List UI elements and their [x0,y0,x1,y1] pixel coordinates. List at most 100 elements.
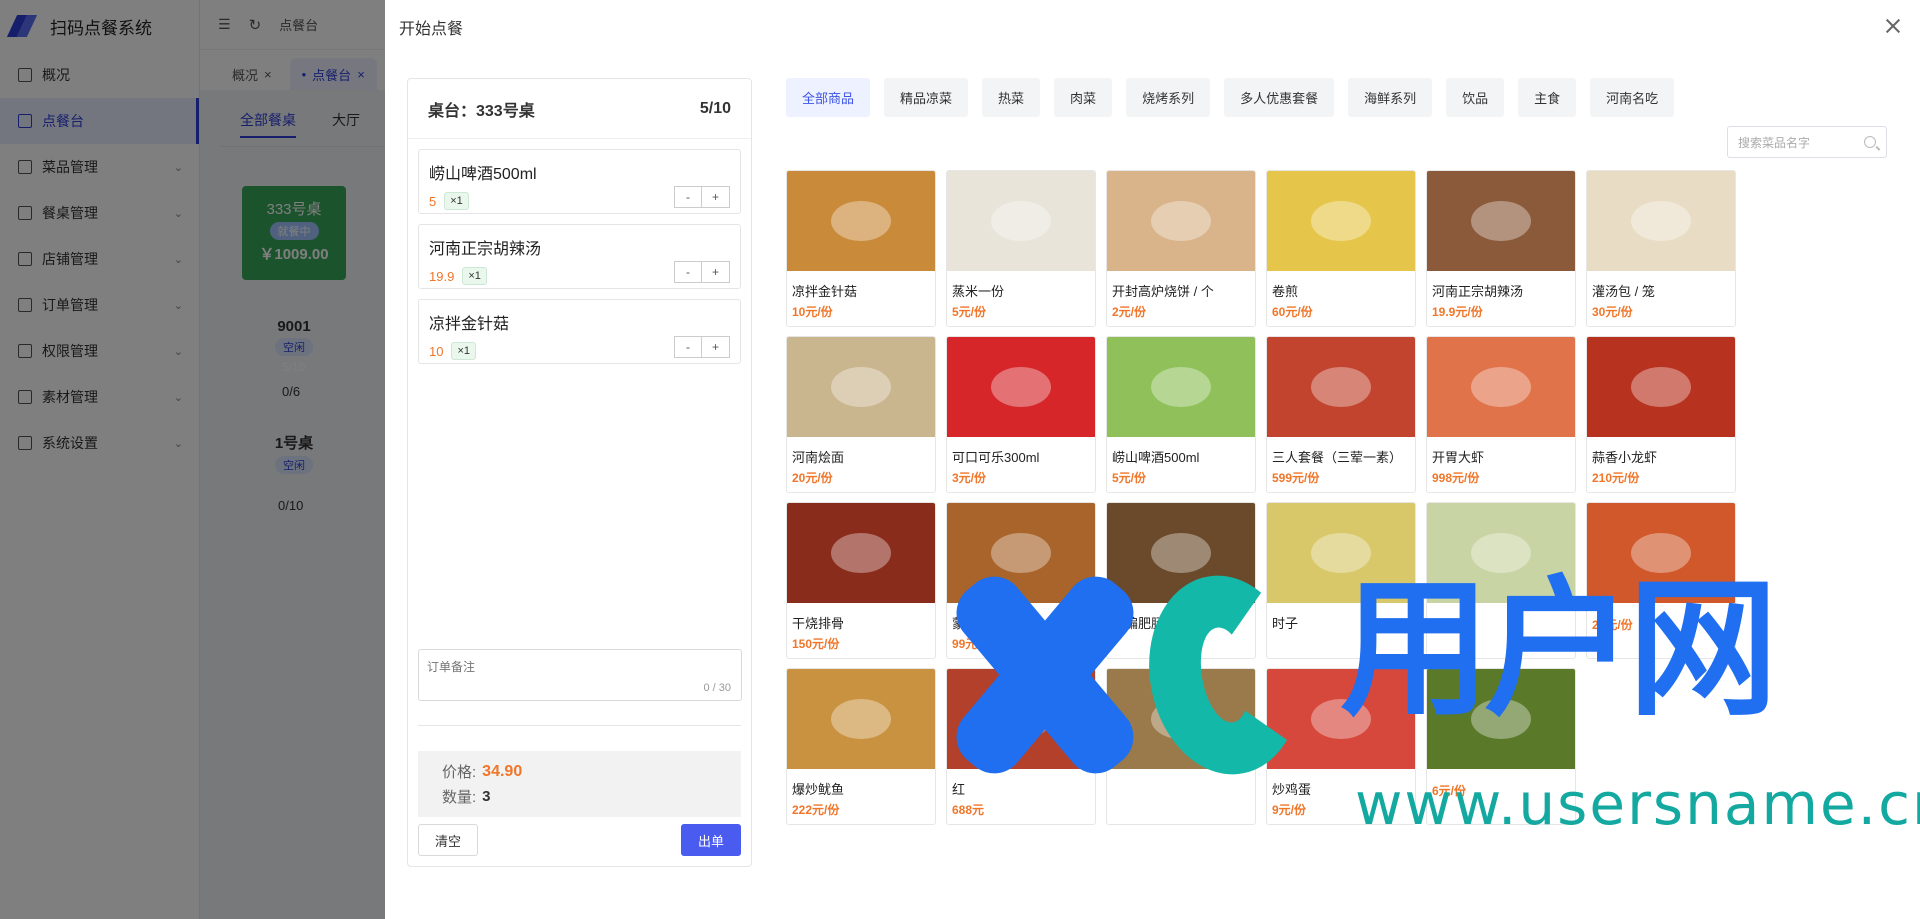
dish-name: 灌汤包 / 笼 [1592,284,1655,299]
decrease-button[interactable]: - [674,186,702,208]
submit-order-button[interactable]: 出单 [681,824,741,856]
increase-button[interactable]: + [702,186,730,208]
decrease-button[interactable]: - [674,336,702,358]
category-button[interactable]: 多人优惠套餐 [1224,78,1335,117]
category-button[interactable]: 河南名吃 [1590,78,1675,117]
dish-card[interactable]: 凉拌金针菇 10元/份 [786,170,936,327]
order-item-name: 河南正宗胡辣汤 [429,241,542,258]
dish-card[interactable]: 卷煎 60元/份 [1266,170,1416,327]
dish-image [787,503,935,603]
dish-image [947,171,1095,271]
increase-button[interactable]: + [702,336,730,358]
close-icon[interactable] [1884,17,1902,35]
order-item-name: 崂山啤酒500ml [429,166,537,183]
order-panel-header: 桌台：333号桌 5/10 [408,79,751,139]
category-button[interactable]: 烧烤系列 [1126,78,1211,117]
category-filter: 全部商品 精品凉菜 热菜 肉菜 烧烤系列 多人优惠套餐 海鲜系列 饮品 主食 河南名吃 [786,78,1675,117]
dish-image [1267,171,1415,271]
dish-image [1587,171,1735,271]
dish-card[interactable]: 开封高炉烧饼 / 个 2元/份 [1106,170,1256,327]
dish-name: 红 [952,782,966,797]
dish-price: 20元/份 [792,471,833,485]
decrease-button[interactable]: - [674,261,702,283]
dish-image [1427,337,1575,437]
dish-card[interactable]: 崂山啤酒500ml 5元/份 [1106,336,1256,493]
price-value: 34.90 [482,762,523,780]
dish-price: 10元/份 [792,305,833,319]
dish-name: 可口可乐300ml [952,450,1040,465]
quantity-stepper: - + [674,336,730,358]
dish-image [1267,337,1415,437]
dish-price: 5元/份 [952,305,987,319]
category-button[interactable]: 肉菜 [1054,78,1113,117]
order-item-qty: ×1 [462,267,487,285]
category-button[interactable]: 海鲜系列 [1348,78,1433,117]
category-button[interactable]: 热菜 [982,78,1041,117]
dish-name: 崂山啤酒500ml [1112,450,1200,465]
increase-button[interactable]: + [702,261,730,283]
search-icon[interactable] [1864,136,1876,148]
quantity-stepper: - + [674,261,730,283]
dish-price: 30元/份 [1592,305,1633,319]
watermark-brand: 用户网 [1340,563,1778,737]
dish-image [947,337,1095,437]
seat-count: 5/10 [699,99,731,117]
drawer-header: 开始点餐 [385,0,1920,54]
quantity-value: 3 [482,788,491,805]
dish-name: 蒸米一份 [952,284,1005,299]
dish-image [787,337,935,437]
order-note-input[interactable] [418,649,742,701]
dish-card[interactable]: 爆炒鱿鱼 222元/份 [786,668,936,825]
category-button[interactable]: 饮品 [1446,78,1505,117]
dish-price: 998元/份 [1432,471,1480,485]
dish-price: 150元/份 [792,637,840,651]
order-item-price: 10 [429,343,444,359]
order-item-qty: ×1 [444,192,469,210]
dish-card[interactable]: 蒜香小龙虾 210元/份 [1586,336,1736,493]
dish-card[interactable]: 干烧排骨 150元/份 [786,502,936,659]
dish-price: 19.9元/份 [1432,305,1483,319]
dish-image [1427,171,1575,271]
dish-name: 河南烩面 [792,450,845,465]
dish-name: 蒜香小龙虾 [1592,450,1658,465]
dish-price: 210元/份 [1592,471,1640,485]
dish-name: 三人套餐（三荤一素） [1272,450,1403,465]
dish-name: 开胃大虾 [1432,450,1485,465]
order-item: 凉拌金针菇 10 ×1 - + [418,299,741,364]
order-panel: 桌台：333号桌 5/10 崂山啤酒500ml 5 ×1- + 河南正宗胡辣汤 19.9 ×… [407,78,752,867]
category-button[interactable]: 精品凉菜 [884,78,969,117]
dish-card[interactable]: 开胃大虾 998元/份 [1426,336,1576,493]
category-button[interactable]: 主食 [1518,78,1577,117]
dish-price: 222元/份 [792,803,840,817]
dish-card[interactable]: 河南正宗胡辣汤 19.9元/份 [1426,170,1576,327]
dish-name: 开封高炉烧饼 / 个 [1112,284,1214,299]
dish-search-input[interactable]: 搜索菜品名字 [1727,126,1887,158]
dish-price: 2元/份 [1112,305,1147,319]
order-item: 河南正宗胡辣汤 19.9 ×1 - + [418,224,741,289]
dish-card[interactable]: 可口可乐300ml 3元/份 [946,336,1096,493]
order-item-name: 凉拌金针菇 [429,316,510,333]
dish-card[interactable]: 三人套餐（三荤一素） 599元/份 [1266,336,1416,493]
table-label: 桌台：333号桌 [428,102,535,120]
drawer-title: 开始点餐 [399,21,464,38]
dish-price: 688元 [952,803,985,817]
order-item-qty: ×1 [451,342,477,360]
dish-price: 5元/份 [1112,471,1147,485]
dish-card[interactable]: 灌汤包 / 笼 30元/份 [1586,170,1736,327]
order-summary: 价格: 34.90 数量: 3 [418,751,741,817]
dish-image [1587,337,1735,437]
dish-card[interactable]: 蒸米一份 5元/份 [946,170,1096,327]
dish-image [787,669,935,769]
order-item: 崂山啤酒500ml 5 ×1 - + [418,149,741,214]
dish-card[interactable]: 河南烩面 20元/份 [786,336,936,493]
dish-name: 河南正宗胡辣汤 [1432,284,1524,299]
note-char-count: 0 / 30 [703,682,731,694]
divider [418,725,741,726]
dish-price: 60元/份 [1272,305,1313,319]
watermark-url: www.usersname.cn [1355,770,1920,838]
clear-button[interactable]: 清空 [418,824,478,856]
category-button[interactable]: 全部商品 [786,78,871,117]
quantity-stepper: - + [674,186,730,208]
dish-image [1107,171,1255,271]
dish-price: 599元/份 [1272,471,1320,485]
